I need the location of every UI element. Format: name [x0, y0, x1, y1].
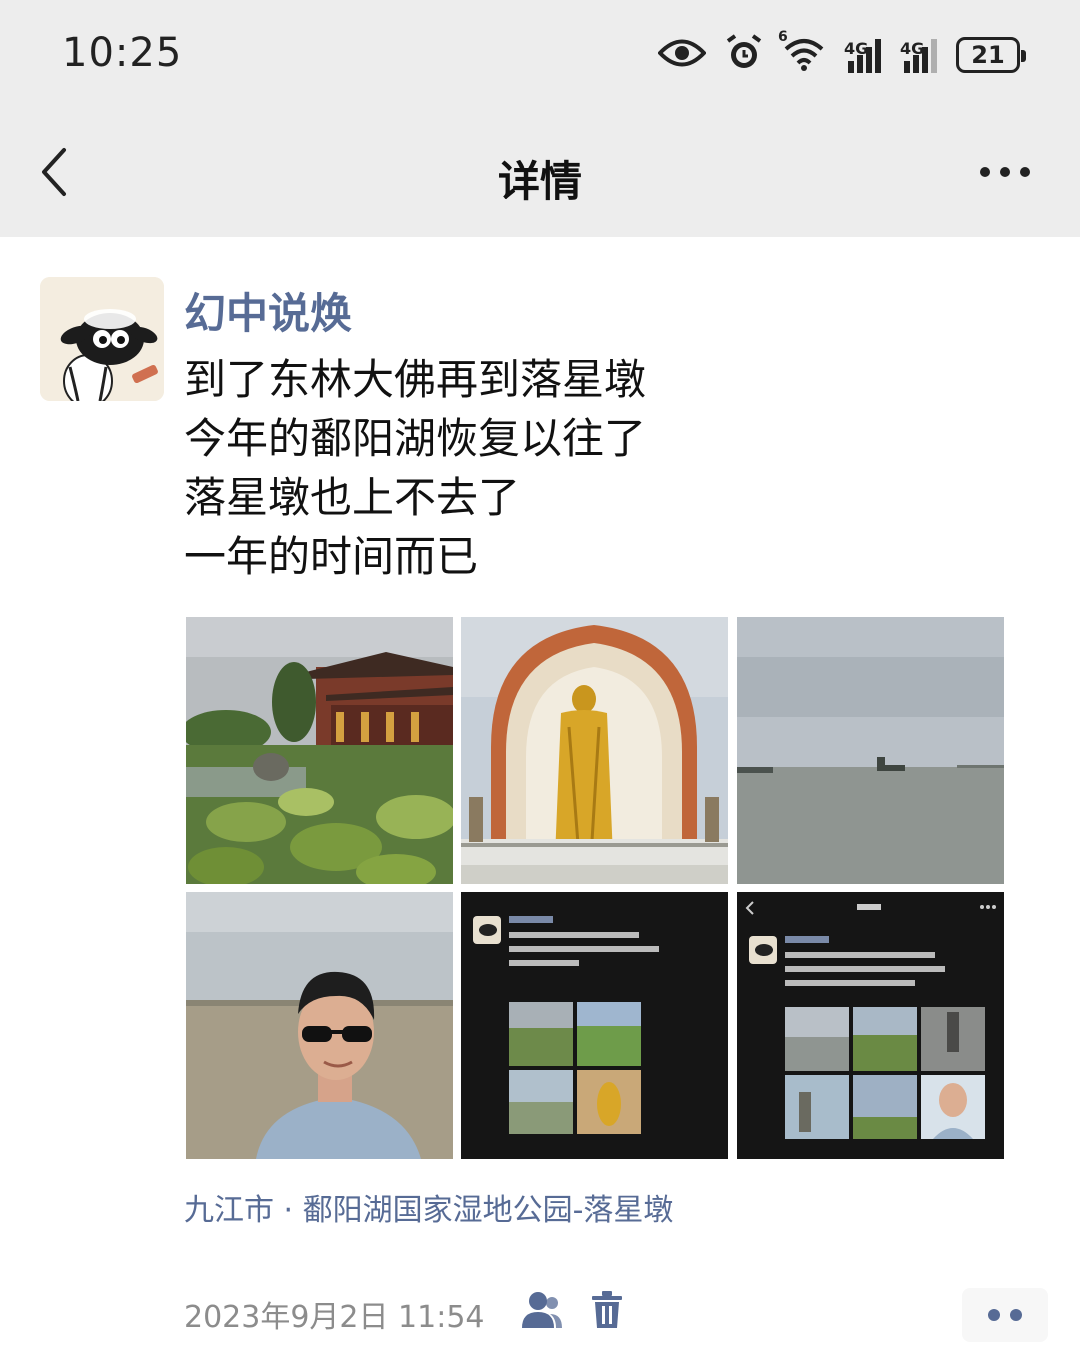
post-text-line: 今年的鄱阳湖恢复以往了 — [184, 414, 647, 463]
battery-icon: 21 — [956, 37, 1026, 73]
post-screenshot-photo[interactable] — [461, 892, 728, 1159]
post-text-line: 一年的时间而已 — [184, 532, 479, 581]
nav-bar: 详情 — [0, 110, 1080, 237]
lake-horizon-photo[interactable] — [737, 617, 1004, 884]
dot-icon — [988, 1309, 1000, 1321]
golden-buddha-statue-photo[interactable] — [461, 617, 728, 884]
avatar[interactable] — [40, 277, 164, 401]
status-icons: 6 4G 4G 21 — [657, 29, 1026, 80]
dot-icon — [1010, 1309, 1022, 1321]
comment-like-button[interactable] — [962, 1288, 1048, 1342]
signal-icon: 4G — [844, 37, 882, 73]
post-text-line: 落星墩也上不去了 — [184, 473, 521, 522]
page-title: 详情 — [497, 157, 582, 206]
visibility-users-icon[interactable] — [520, 1290, 564, 1330]
post-timestamp: 2023年9月2日 11:54 — [184, 1300, 485, 1335]
photo-grid — [186, 617, 1004, 1159]
battery-level: 21 — [971, 41, 1005, 69]
detail-screenshot-photo[interactable] — [737, 892, 1004, 1159]
more-icon[interactable] — [970, 152, 1040, 192]
signal-icon: 4G — [900, 37, 938, 73]
trash-icon[interactable] — [590, 1290, 624, 1330]
location-link[interactable]: 九江市 · 鄱阳湖国家湿地公园-落星墩 — [184, 1185, 673, 1229]
alarm-icon — [724, 33, 764, 77]
status-bar: 10:25 6 4G 4G 21 — [0, 0, 1080, 110]
wifi-icon: 6 — [778, 29, 826, 75]
eye-icon — [657, 36, 707, 74]
post-text: 到了东林大佛再到落星墩 今年的鄱阳湖恢复以往了 落星墩也上不去了 一年的时间而已 — [184, 350, 1024, 586]
post-text-line: 到了东林大佛再到落星墩 — [184, 355, 647, 404]
temple-lotus-pond-photo[interactable] — [186, 617, 453, 884]
username[interactable]: 幻中说焕 — [184, 280, 352, 341]
selfie-at-lake-photo[interactable] — [186, 892, 453, 1159]
wifi-label: 6 — [778, 29, 788, 45]
status-time: 10:25 — [62, 30, 183, 76]
